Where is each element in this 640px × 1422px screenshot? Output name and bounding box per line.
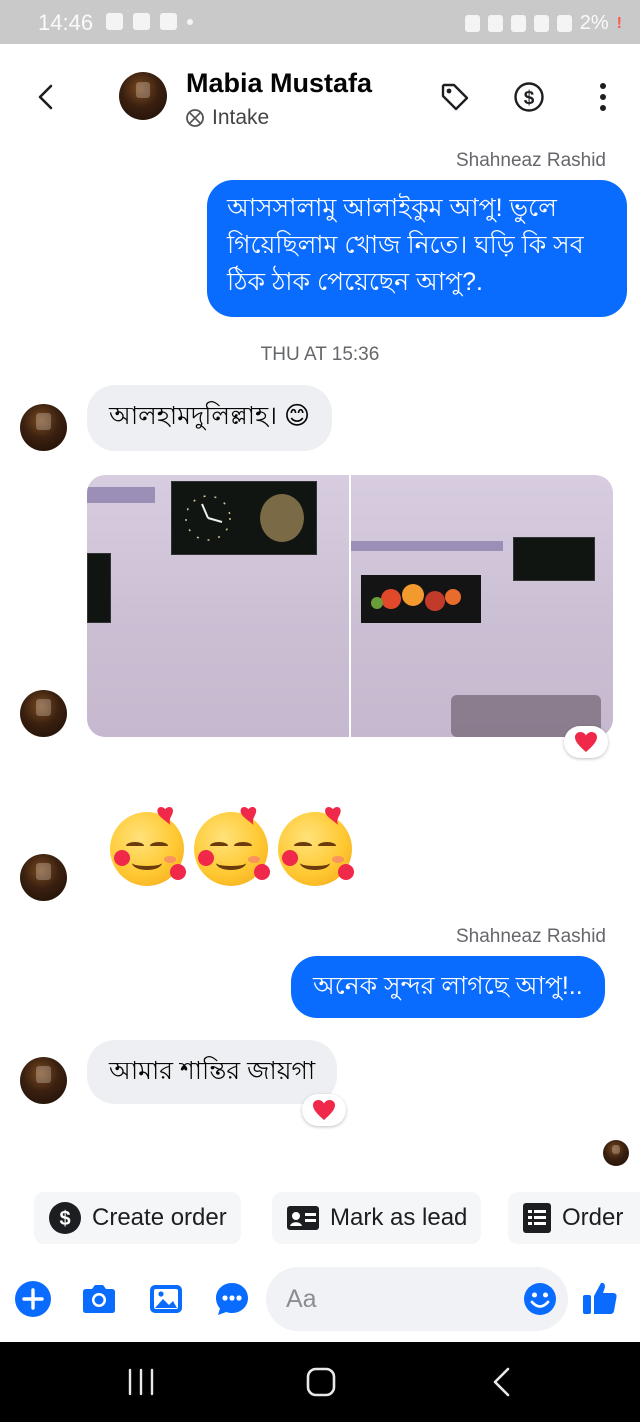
incoming-message[interactable]: আলহামদুলিল্লাহ। 😊 bbox=[87, 385, 333, 451]
recent-apps-icon[interactable] bbox=[126, 1368, 156, 1396]
more-notifications-dot-icon bbox=[187, 19, 193, 25]
create-order-label: Create order bbox=[92, 1204, 227, 1231]
sender-name: Shahneaz Rashid bbox=[456, 926, 606, 947]
emoji-hearts bbox=[114, 806, 354, 880]
message-input-placeholder: Aa bbox=[286, 1285, 317, 1313]
emoji-message[interactable] bbox=[108, 806, 368, 890]
message-input[interactable]: Aa bbox=[266, 1267, 568, 1331]
wall-clock-frame bbox=[513, 537, 595, 581]
contact-card-icon bbox=[287, 1206, 319, 1230]
svg-text:$: $ bbox=[59, 1208, 70, 1230]
photo-detail bbox=[351, 541, 503, 551]
heart-icon bbox=[575, 732, 597, 752]
notification-icons bbox=[106, 13, 193, 30]
emoji-icon[interactable] bbox=[522, 1281, 558, 1317]
sender-name: Shahneaz Rashid bbox=[456, 150, 606, 171]
signal-icon bbox=[533, 15, 549, 32]
outgoing-message[interactable]: আসসালামু আলাইকুম আপু! ভুলে গিয়েছিলাম খো… bbox=[207, 180, 627, 317]
tag-icon[interactable] bbox=[438, 80, 472, 114]
battery-alert-icon bbox=[133, 13, 150, 30]
status-bar: 14:46 2% ! bbox=[0, 0, 640, 44]
status-time: 14:46 bbox=[38, 10, 94, 35]
shared-photo-2[interactable] bbox=[351, 475, 613, 737]
order-label: Order bbox=[562, 1204, 624, 1231]
saved-replies-icon[interactable] bbox=[213, 1280, 251, 1318]
system-icons: 2% ! bbox=[464, 12, 622, 35]
create-order-button[interactable]: $ Create order bbox=[34, 1192, 241, 1244]
incoming-message[interactable]: আমার শান্তির জায়গা bbox=[87, 1040, 338, 1104]
contact-avatar-small[interactable] bbox=[20, 854, 67, 901]
contact-avatar-small[interactable] bbox=[20, 1057, 67, 1104]
system-back-icon[interactable] bbox=[490, 1366, 514, 1398]
wall-frame-left bbox=[87, 553, 111, 623]
battery-saver-icon bbox=[464, 15, 480, 32]
contact-avatar-small[interactable] bbox=[20, 690, 67, 737]
gallery-icon[interactable] bbox=[147, 1280, 185, 1318]
like-icon[interactable] bbox=[580, 1278, 620, 1318]
message-timestamp: THU AT 15:36 bbox=[260, 344, 380, 365]
heart-reaction[interactable] bbox=[564, 726, 608, 758]
order-list-icon bbox=[523, 1203, 551, 1233]
order-button[interactable]: Order bbox=[508, 1192, 640, 1244]
more-options-icon[interactable] bbox=[586, 80, 620, 114]
conversation-header: Mabia Mustafa Intake $ bbox=[0, 44, 640, 144]
contact-avatar-small[interactable] bbox=[20, 404, 67, 451]
intake-label-icon bbox=[186, 109, 204, 127]
outgoing-message[interactable]: অনেক সুন্দর লাগছে আপু!.. bbox=[291, 956, 605, 1018]
alarm-icon bbox=[487, 15, 503, 32]
shared-photo-1[interactable] bbox=[87, 475, 349, 737]
home-icon[interactable] bbox=[305, 1366, 337, 1398]
contact-label-text: Intake bbox=[212, 106, 270, 129]
contact-avatar[interactable] bbox=[119, 72, 167, 120]
battery-percent: 2% bbox=[579, 12, 609, 34]
system-navigation-bar bbox=[0, 1342, 640, 1422]
settings-notification-icon bbox=[160, 13, 177, 30]
heart-icon bbox=[313, 1100, 335, 1120]
contact-name[interactable]: Mabia Mustafa bbox=[186, 68, 372, 99]
dollar-icon: $ bbox=[49, 1202, 81, 1234]
photo-detail bbox=[87, 487, 155, 503]
wall-clock-frame bbox=[171, 481, 317, 555]
gallery-notification-icon bbox=[106, 13, 123, 30]
mark-as-lead-label: Mark as lead bbox=[330, 1204, 468, 1231]
add-icon[interactable] bbox=[14, 1280, 52, 1318]
seen-receipt-avatar bbox=[603, 1140, 629, 1166]
battery-warning-icon: ! bbox=[616, 14, 622, 32]
camera-icon[interactable] bbox=[80, 1280, 118, 1318]
clock-art-icon bbox=[185, 494, 304, 542]
svg-text:$: $ bbox=[524, 88, 535, 109]
back-icon[interactable] bbox=[32, 82, 62, 112]
mark-as-lead-button[interactable]: Mark as lead bbox=[272, 1192, 482, 1244]
wifi-icon bbox=[510, 15, 526, 32]
heart-reaction[interactable] bbox=[302, 1094, 346, 1126]
lte-signal-icon bbox=[556, 15, 572, 32]
fruit-canvas-art bbox=[361, 575, 481, 623]
contact-label[interactable]: Intake bbox=[184, 106, 269, 130]
fruit-art-icon bbox=[371, 584, 461, 611]
payment-icon[interactable]: $ bbox=[512, 80, 546, 114]
